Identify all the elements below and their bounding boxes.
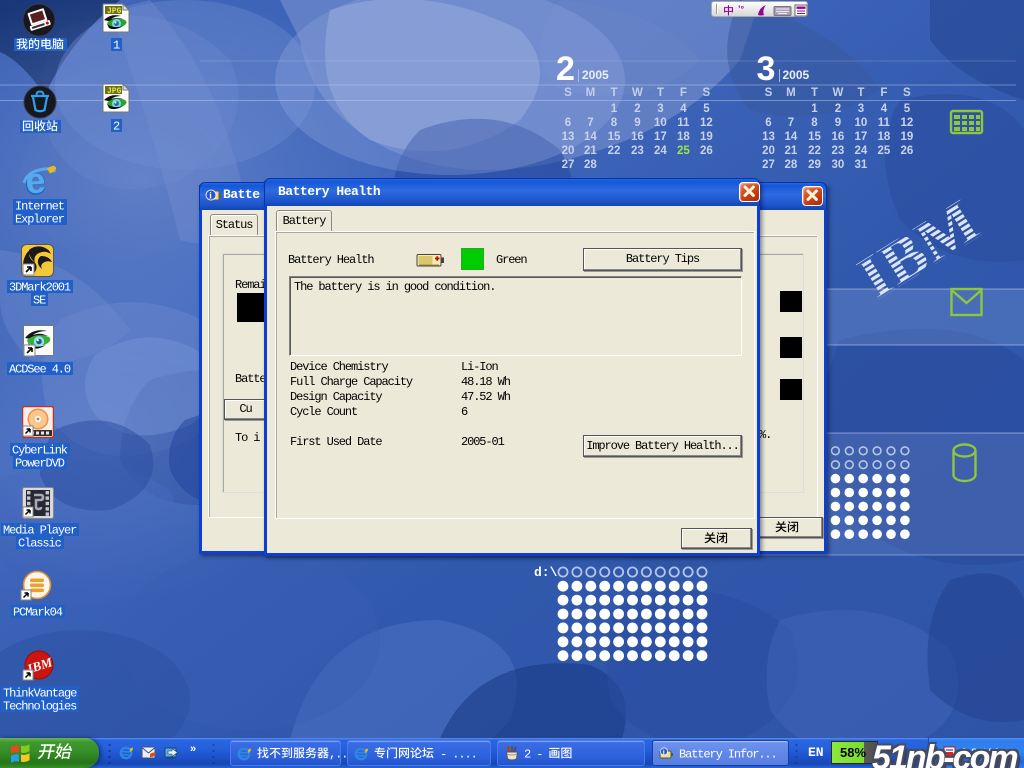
- svg-text:ThinkVantage: ThinkVantage: [3, 686, 77, 699]
- svg-text:- ....: - ....: [434, 747, 477, 761]
- svg-text:2 -: 2 -: [524, 747, 548, 761]
- svg-text:JPG: JPG: [107, 87, 122, 96]
- svg-text:Internet: Internet: [15, 199, 64, 212]
- svg-text:ACDSee 4.0: ACDSee 4.0: [9, 362, 71, 375]
- svg-text:i: i: [663, 748, 665, 756]
- svg-text:SE: SE: [33, 293, 46, 306]
- svg-text:PowerDVD: PowerDVD: [15, 456, 65, 469]
- svg-text:Technologies: Technologies: [3, 699, 77, 712]
- svg-text:Classic: Classic: [18, 536, 62, 549]
- svg-text:Battery Infor...: Battery Infor...: [679, 747, 777, 761]
- svg-text:CyberLink: CyberLink: [12, 443, 68, 456]
- svg-text:1: 1: [113, 38, 120, 51]
- svg-text:2: 2: [113, 119, 120, 132]
- svg-text:d:\: d:\: [534, 565, 558, 580]
- svg-text:JPG: JPG: [107, 7, 122, 16]
- svg-text:Media Player: Media Player: [3, 523, 77, 536]
- svg-text:’°: ’°: [738, 4, 745, 14]
- svg-text:PCMark04: PCMark04: [13, 605, 63, 618]
- svg-text:3DMark2001: 3DMark2001: [9, 280, 71, 293]
- svg-text:Explorer: Explorer: [15, 212, 65, 225]
